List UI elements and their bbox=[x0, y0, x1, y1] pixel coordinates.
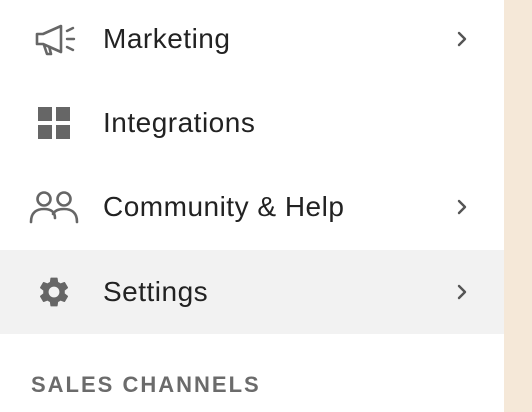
sidebar-item-integrations[interactable]: Integrations bbox=[0, 81, 504, 165]
chevron-right-icon bbox=[452, 29, 472, 49]
sidebar-item-label: Settings bbox=[103, 276, 209, 307]
section-heading-sales-channels: SALES CHANNELS bbox=[31, 372, 261, 397]
people-icon bbox=[28, 181, 80, 233]
sidebar-item-settings[interactable]: Settings bbox=[0, 250, 504, 334]
sidebar-panel: Marketing Integrations Community & Help … bbox=[0, 0, 504, 412]
megaphone-icon bbox=[28, 13, 80, 65]
grid-icon bbox=[28, 97, 80, 149]
chevron-right-icon bbox=[452, 197, 472, 217]
gear-icon bbox=[28, 266, 80, 318]
chevron-right-icon bbox=[452, 282, 472, 302]
sidebar-item-label: Community & Help bbox=[103, 191, 345, 222]
sidebar-item-community-help[interactable]: Community & Help bbox=[0, 165, 504, 249]
sidebar-item-marketing[interactable]: Marketing bbox=[0, 0, 504, 81]
page-backdrop bbox=[504, 0, 532, 412]
sidebar-item-label: Integrations bbox=[103, 107, 256, 138]
sidebar-item-label: Marketing bbox=[103, 23, 231, 54]
